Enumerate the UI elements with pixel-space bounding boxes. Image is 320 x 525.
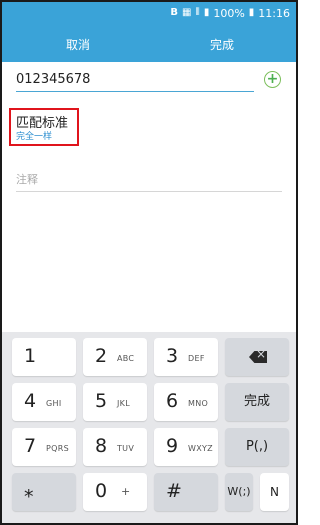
battery-level: 100% — [213, 6, 245, 20]
battery-icon: ▮ — [248, 7, 255, 18]
dial-keyboard: 1 2 ABC 3 DEF 4 GHI 5 JKL 6 MNO 完成 — [2, 332, 296, 523]
status-icons: B ▦ ⦀ ▮ 100% ▮ 11:16 — [170, 6, 290, 20]
key-7[interactable]: 7 PQRS — [12, 428, 76, 466]
backspace-key[interactable] — [225, 338, 289, 376]
wait-key-label: W(;) — [227, 485, 251, 498]
key-digit: 6 — [166, 390, 179, 412]
key-2[interactable]: 2 ABC — [83, 338, 147, 376]
key-letters: ABC — [117, 354, 135, 363]
key-star[interactable]: ⁎ — [12, 473, 76, 511]
key-letters: TUV — [117, 444, 135, 453]
key-digit: 2 — [95, 345, 108, 367]
key-plus: + — [121, 485, 131, 498]
key-digit: 8 — [95, 435, 108, 457]
add-icon[interactable]: + — [264, 71, 281, 88]
key-letters: JKL — [117, 399, 130, 408]
done-button[interactable]: 完成 — [210, 36, 234, 53]
cancel-button[interactable]: 取消 — [66, 36, 90, 53]
key-digit: 0 — [95, 480, 108, 502]
keyboard-icon: ▦ — [181, 7, 192, 18]
key-digit: 3 — [166, 345, 179, 367]
pause-key-label: P(,) — [245, 439, 269, 454]
key-letters: GHI — [46, 399, 62, 408]
signal-icon: ▮ — [203, 7, 210, 18]
key-5[interactable]: 5 JKL — [83, 383, 147, 421]
key-4[interactable]: 4 GHI — [12, 383, 76, 421]
action-bar: 取消 完成 — [2, 26, 296, 62]
key-digit: 7 — [24, 435, 37, 457]
key-3[interactable]: 3 DEF — [154, 338, 218, 376]
key-8[interactable]: 8 TUV — [83, 428, 147, 466]
done-key-label: 完成 — [243, 394, 270, 409]
screen: B ▦ ⦀ ▮ 100% ▮ 11:16 取消 完成 012345678 + 匹… — [0, 0, 298, 525]
wait-key[interactable]: W(;) — [225, 473, 253, 511]
key-1[interactable]: 1 — [12, 338, 76, 376]
key-digit: 1 — [24, 345, 37, 367]
clock: 11:16 — [258, 6, 290, 20]
pause-key[interactable]: P(,) — [225, 428, 289, 466]
status-bar: B ▦ ⦀ ▮ 100% ▮ 11:16 — [2, 2, 296, 26]
key-letters: DEF — [188, 354, 205, 363]
n-key-label: N — [270, 485, 279, 499]
vibrate-icon: ⦀ — [195, 7, 200, 18]
app-b-icon: B — [170, 7, 178, 18]
key-letters: PQRS — [46, 444, 69, 453]
key-0[interactable]: 0 + — [83, 473, 147, 511]
key-digit: 9 — [166, 435, 179, 457]
key-hash[interactable]: # — [154, 473, 218, 511]
note-input[interactable]: 注释 — [16, 170, 282, 192]
key-letters: WXYZ — [188, 444, 213, 453]
key-6[interactable]: 6 MNO — [154, 383, 218, 421]
match-criteria-value[interactable]: 完全一样 — [16, 129, 52, 142]
number-input[interactable]: 012345678 — [16, 70, 254, 92]
key-symbol: # — [166, 480, 182, 502]
key-9[interactable]: 9 WXYZ — [154, 428, 218, 466]
key-digit: 5 — [95, 390, 108, 412]
keyboard-done-key[interactable]: 完成 — [225, 383, 289, 421]
key-letters: MNO — [188, 399, 209, 408]
key-digit: 4 — [24, 390, 37, 412]
backspace-icon — [249, 351, 267, 363]
n-key[interactable]: N — [260, 473, 289, 511]
key-symbol: ⁎ — [24, 480, 34, 502]
